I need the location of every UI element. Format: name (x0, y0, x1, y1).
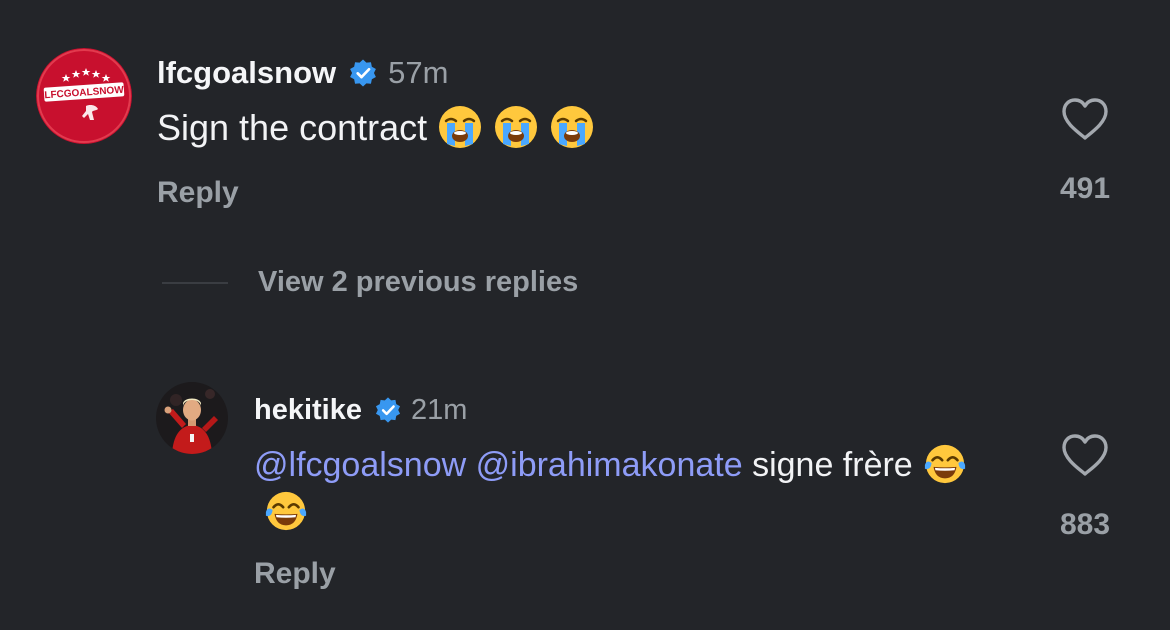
verified-badge-icon (348, 58, 378, 88)
view-previous-replies[interactable]: View 2 previous replies (162, 266, 578, 299)
like-count: 883 (1059, 508, 1111, 541)
comment-text: Sign the contract (157, 107, 428, 148)
comment-text: signe frère (752, 446, 913, 484)
lfcgoalsnow-logo-icon: LFCGOALSNOW (36, 48, 132, 144)
loudly-crying-face-icon (493, 104, 539, 150)
username[interactable]: lfcgoalsnow (157, 55, 336, 91)
timestamp: 21m (411, 393, 468, 426)
heart-outline-icon (1062, 98, 1108, 140)
verified-badge-icon (374, 396, 402, 424)
reply-button[interactable]: Reply (254, 557, 336, 591)
mention-link[interactable]: @lfcgoalsnow (254, 446, 466, 484)
comment-body: @lfcgoalsnow @ibrahimakonate signe frère (254, 442, 974, 536)
face-with-tears-of-joy-icon (923, 442, 967, 486)
heart-outline-icon (1062, 434, 1108, 476)
face-with-tears-of-joy-icon (264, 489, 308, 533)
mention-link[interactable]: @ibrahimakonate (476, 446, 743, 484)
view-replies-label[interactable]: View 2 previous replies (258, 266, 578, 299)
comments-panel: LFCGOALSNOW lfcgoalsnow 57m Sign the con… (0, 0, 1170, 630)
comment-body: Sign the contract (157, 105, 595, 153)
reply-button[interactable]: Reply (157, 176, 239, 210)
like-button[interactable] (1040, 96, 1130, 142)
like-count: 491 (1059, 172, 1111, 205)
like-button[interactable] (1040, 432, 1130, 478)
avatar[interactable] (156, 382, 228, 454)
loudly-crying-face-icon (549, 104, 595, 150)
timestamp: 57m (388, 55, 449, 90)
comment-header: lfcgoalsnow 57m (157, 52, 448, 94)
divider (162, 281, 228, 284)
username[interactable]: hekitike (254, 394, 362, 427)
comment-header: hekitike 21m (254, 390, 467, 430)
avatar[interactable]: LFCGOALSNOW (36, 48, 132, 144)
player-photo-icon (156, 382, 228, 454)
loudly-crying-face-icon (437, 104, 483, 150)
